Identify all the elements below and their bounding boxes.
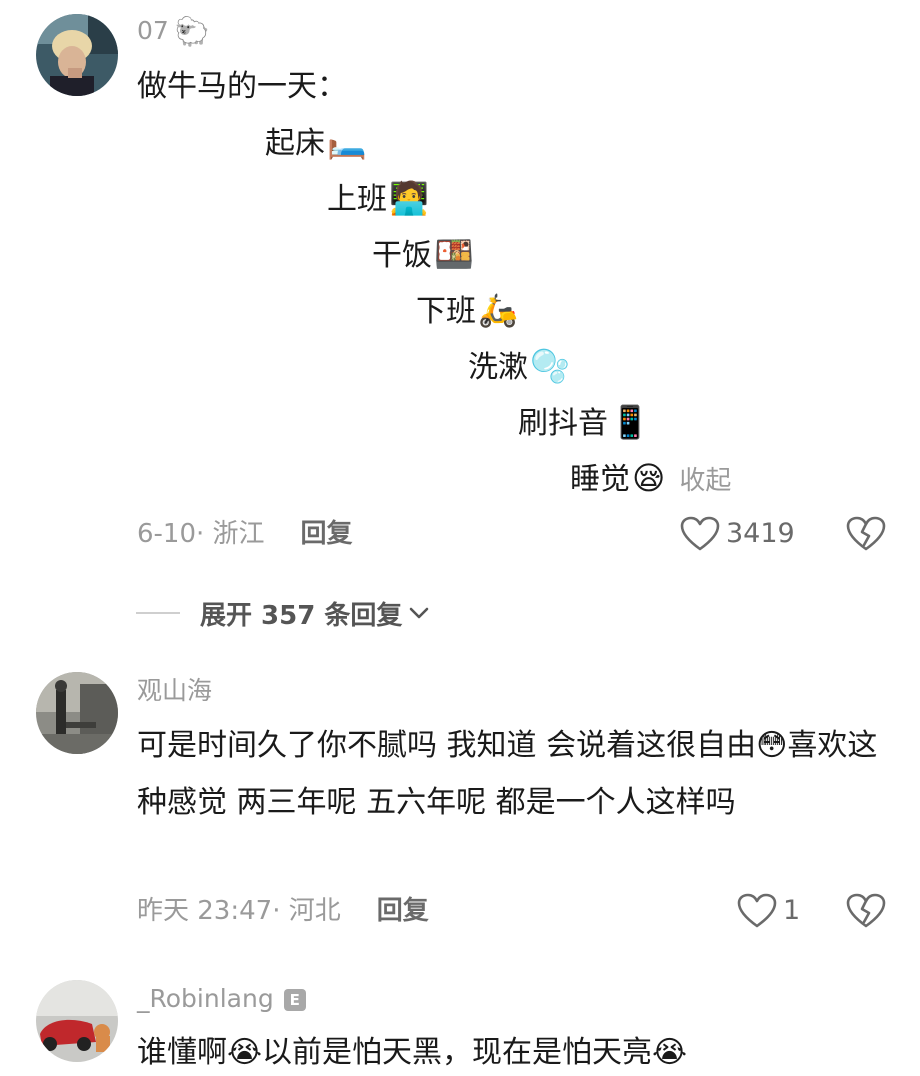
scooter-icon: 🛵	[478, 291, 518, 329]
collapse-link[interactable]: 收起	[679, 466, 731, 496]
step-line: 洗漱🫧	[468, 346, 570, 388]
expand-replies-label: 展开 357 条回复	[200, 600, 403, 631]
bubbles-icon: 🫧	[530, 347, 570, 385]
username[interactable]: _Robinlang E	[137, 984, 306, 1014]
heart-icon	[737, 893, 777, 928]
step-line: 干饭🍱	[372, 234, 474, 276]
step-text: 洗漱	[468, 350, 528, 385]
step-text: 上班	[327, 182, 387, 217]
broken-heart-icon	[846, 516, 886, 551]
heart-icon	[680, 516, 720, 551]
step-text: 干饭	[372, 238, 432, 273]
sheep-icon: 🐑	[174, 15, 210, 48]
bed-icon: 🛏️	[327, 123, 367, 161]
step-text: 睡觉	[570, 462, 630, 497]
office-worker-icon: 🧑‍💻	[389, 179, 429, 217]
expand-replies-button[interactable]: 展开 357 条回复	[136, 593, 430, 633]
username[interactable]: 观山海	[137, 676, 212, 706]
mobile-phone-icon: 📱	[610, 403, 650, 441]
comment-text: 可是时间久了你不腻吗 我知道 会说着这很自由😳喜欢这种感觉 两三年呢 五六年呢 …	[137, 728, 878, 820]
username[interactable]: 07 🐑	[137, 16, 210, 47]
like-button[interactable]: 1	[737, 891, 800, 931]
avatar[interactable]	[36, 14, 118, 96]
step-text: 刷抖音	[518, 406, 608, 441]
sleepy-face-icon: 😪	[632, 459, 666, 497]
chevron-down-icon	[410, 607, 429, 619]
reply-button[interactable]: 回复	[377, 896, 429, 926]
comment-date-location: 6-10· 浙江	[137, 519, 265, 549]
avatar[interactable]	[36, 672, 118, 754]
step-line: 下班🛵	[416, 290, 518, 332]
like-button[interactable]: 3419	[680, 514, 795, 554]
comment-text: 谁懂啊😭以前是怕天黑，现在是怕天亮😭	[137, 1035, 688, 1070]
comment-date-location: 昨天 23:47· 河北	[137, 896, 341, 926]
step-line: 刷抖音📱	[518, 402, 650, 444]
like-count: 3419	[726, 518, 795, 549]
bento-box-icon: 🍱	[434, 235, 474, 273]
step-line: 上班🧑‍💻	[327, 178, 429, 220]
creator-badge: E	[283, 989, 306, 1011]
reply-button[interactable]: 回复	[301, 519, 353, 549]
step-text: 下班	[416, 294, 476, 329]
step-text: 起床	[265, 126, 325, 161]
comment-section: 07 🐑 做牛马的一天： 起床🛏️ 上班🧑‍💻 干饭🍱 下班🛵 洗漱🫧 刷抖音📱 …	[0, 0, 920, 1076]
divider	[136, 612, 180, 614]
broken-heart-icon	[846, 893, 886, 928]
dislike-button[interactable]	[846, 515, 886, 555]
like-count: 1	[783, 895, 801, 926]
comment-meta: 6-10· 浙江 回复	[137, 516, 353, 552]
comment-intro: 做牛马的一天：	[137, 69, 347, 104]
step-line: 起床🛏️	[265, 122, 367, 164]
avatar[interactable]	[36, 980, 118, 1062]
dislike-button[interactable]	[846, 892, 886, 932]
step-line: 睡觉😪 收起	[570, 458, 731, 501]
comment-meta: 昨天 23:47· 河北 回复	[137, 893, 429, 929]
